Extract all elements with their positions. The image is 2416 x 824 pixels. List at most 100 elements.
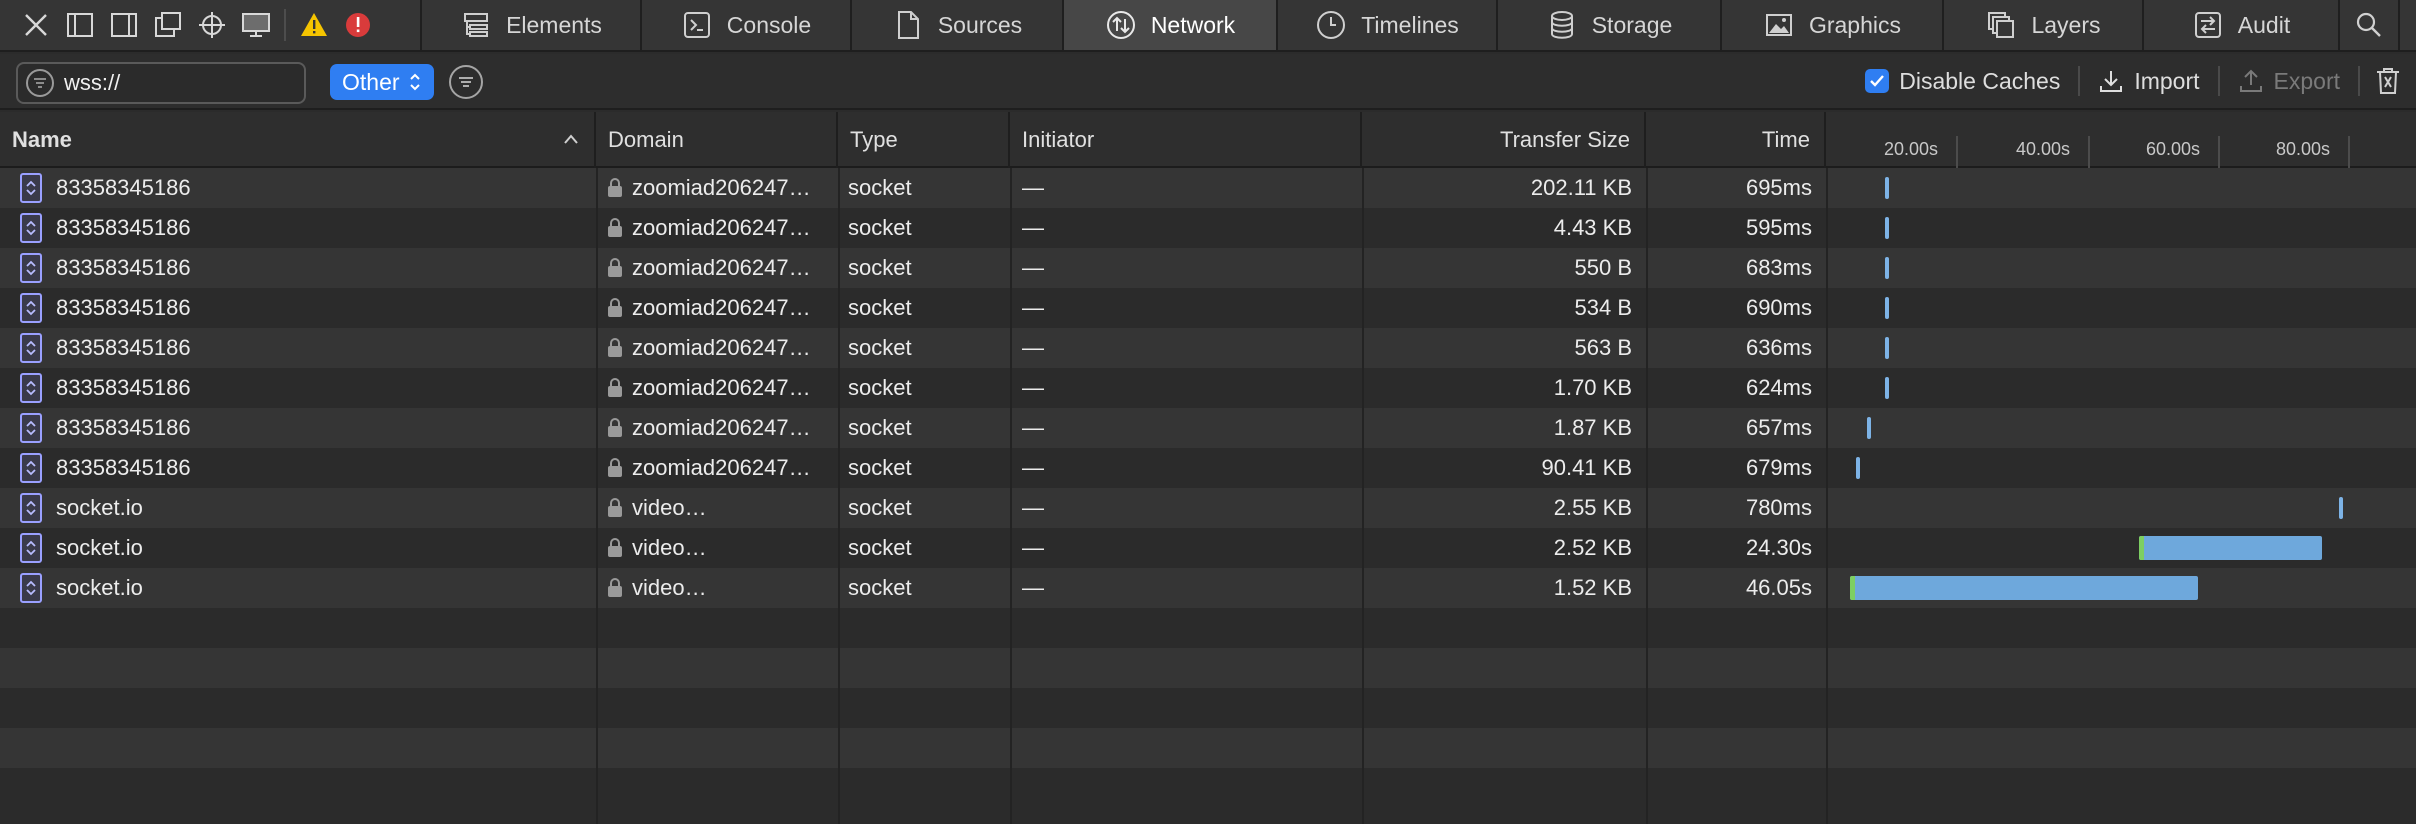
- type-cell: socket: [848, 255, 912, 280]
- error-icon[interactable]: [336, 3, 380, 47]
- table-row[interactable]: 83358345186 zoomiad206247… socket — 1.70 KB 6…: [0, 368, 2416, 408]
- column-header-waterfall[interactable]: 20.00s 40.00s 60.00s 80.00s: [1826, 112, 2416, 168]
- waterfall-bar[interactable]: [1885, 337, 1889, 359]
- column-header-transfer-size[interactable]: Transfer Size: [1362, 112, 1646, 168]
- tab-sources[interactable]: Sources: [850, 0, 1062, 50]
- inspect-element-icon[interactable]: [190, 3, 234, 47]
- empty-row: [0, 648, 2416, 688]
- time-cell: 624ms: [1745, 375, 1812, 400]
- filter-input[interactable]: [64, 70, 294, 96]
- tab-timelines[interactable]: Timelines: [1276, 0, 1496, 50]
- request-domain: zoomiad206247…: [632, 455, 811, 480]
- waterfall-bar[interactable]: [2139, 536, 2322, 560]
- search-tab-button[interactable]: [2338, 0, 2398, 50]
- waterfall-bar[interactable]: [1885, 377, 1889, 399]
- column-label: Type: [850, 127, 898, 152]
- table-row[interactable]: 83358345186 zoomiad206247… socket — 534 B 690…: [0, 288, 2416, 328]
- waterfall-bar[interactable]: [2339, 497, 2343, 519]
- disable-caches-checkbox[interactable]: [1865, 69, 1890, 93]
- tab-storage[interactable]: Storage: [1496, 0, 1720, 50]
- request-domain: zoomiad206247…: [632, 375, 811, 400]
- timeline-gridline: [2348, 136, 2350, 168]
- name-cell: socket.io: [20, 568, 590, 608]
- name-cell: socket.io: [20, 528, 590, 568]
- request-name: 83358345186: [56, 295, 191, 320]
- device-settings-icon[interactable]: [234, 3, 278, 47]
- table-row[interactable]: 83358345186 zoomiad206247… socket — 563 B 636…: [0, 328, 2416, 368]
- type-cell: socket: [848, 215, 912, 240]
- resource-type-select[interactable]: Other: [330, 64, 434, 100]
- undock-window-icon[interactable]: [146, 3, 190, 47]
- column-header-name[interactable]: Name: [0, 112, 596, 168]
- table-row[interactable]: 83358345186 zoomiad206247… socket — 90.41 KB…: [0, 448, 2416, 488]
- disable-caches-label: Disable Caches: [1899, 67, 2061, 94]
- timeline-tick: 60.00s: [2146, 139, 2201, 159]
- initiator-cell: —: [1022, 415, 1044, 440]
- column-divider: [1362, 168, 1364, 824]
- domain-cell: zoomiad206247…: [606, 328, 834, 368]
- filter-options-icon[interactable]: [449, 65, 483, 99]
- lock-icon: [608, 258, 622, 277]
- tab-graphics[interactable]: Graphics: [1720, 0, 1942, 50]
- websocket-file-icon: [20, 293, 42, 323]
- lock-icon: [608, 458, 622, 477]
- domain-cell: zoomiad206247…: [606, 248, 834, 288]
- request-name: 83358345186: [56, 415, 191, 440]
- lock-icon: [608, 178, 622, 197]
- export-button[interactable]: Export: [2220, 68, 2358, 95]
- table-row[interactable]: socket.io video… socket — 2.55 KB 780ms: [0, 488, 2416, 528]
- column-header-domain[interactable]: Domain: [596, 112, 838, 168]
- type-cell: socket: [848, 575, 912, 600]
- column-divider: [838, 168, 840, 824]
- import-button[interactable]: Import: [2080, 68, 2217, 95]
- name-cell: 83358345186: [20, 448, 590, 488]
- column-label: Time: [1761, 127, 1810, 152]
- dock-left-icon[interactable]: [58, 3, 102, 47]
- column-header-time[interactable]: Time: [1646, 112, 1826, 168]
- lock-icon: [608, 298, 622, 317]
- table-row[interactable]: 83358345186 zoomiad206247… socket — 202.11 K…: [0, 168, 2416, 208]
- waterfall-bar[interactable]: [1885, 297, 1889, 319]
- disable-caches-toggle[interactable]: Disable Caches: [1865, 68, 2078, 95]
- layers-icon: [1988, 12, 2015, 38]
- tab-label: Network: [1150, 11, 1236, 38]
- waterfall-bar[interactable]: [1850, 576, 2198, 600]
- transfer-size-cell: 550 B: [1574, 255, 1633, 280]
- waterfall-bar[interactable]: [1856, 457, 1860, 479]
- lock-icon: [608, 218, 622, 237]
- settings-button[interactable]: [2398, 0, 2416, 50]
- table-row[interactable]: socket.io video… socket — 2.52 KB 24.30s: [0, 528, 2416, 568]
- dock-right-icon[interactable]: [102, 3, 146, 47]
- close-icon[interactable]: [14, 3, 58, 47]
- waterfall-bar[interactable]: [1885, 177, 1889, 199]
- tab-elements[interactable]: Elements: [420, 0, 640, 50]
- time-cell: 683ms: [1745, 255, 1812, 280]
- lock-icon: [608, 498, 622, 517]
- filter-field[interactable]: [16, 62, 306, 104]
- network-table: Name Domain Type Initiator Transfer Size…: [0, 112, 2416, 824]
- table-row[interactable]: socket.io video… socket — 1.52 KB 46.05s: [0, 568, 2416, 608]
- transfer-size-cell: 1.70 KB: [1553, 375, 1632, 400]
- waterfall-bar[interactable]: [1867, 417, 1871, 439]
- column-header-initiator[interactable]: Initiator: [1010, 112, 1362, 168]
- transfer-size-cell: 534 B: [1574, 295, 1633, 320]
- table-row[interactable]: 83358345186 zoomiad206247… socket — 1.87 KB 6…: [0, 408, 2416, 448]
- tab-layers[interactable]: Layers: [1942, 0, 2142, 50]
- table-row[interactable]: 83358345186 zoomiad206247… socket — 550 B 683…: [0, 248, 2416, 288]
- waterfall-bar[interactable]: [1885, 257, 1889, 279]
- empty-row: [0, 608, 2416, 648]
- tab-audit[interactable]: Audit: [2142, 0, 2338, 50]
- time-cell: 780ms: [1745, 495, 1812, 520]
- tab-console[interactable]: Console: [640, 0, 850, 50]
- tab-network[interactable]: Network: [1062, 0, 1276, 50]
- name-cell: 83358345186: [20, 208, 590, 248]
- warning-icon[interactable]: [292, 3, 336, 47]
- websocket-file-icon: [20, 333, 42, 363]
- waterfall-bar[interactable]: [1885, 217, 1889, 239]
- initiator-cell: —: [1022, 175, 1044, 200]
- clear-log-button[interactable]: [2360, 66, 2416, 96]
- column-header-type[interactable]: Type: [838, 112, 1010, 168]
- request-name: 83358345186: [56, 375, 191, 400]
- table-row[interactable]: 83358345186 zoomiad206247… socket — 4.43 KB 5…: [0, 208, 2416, 248]
- request-domain: video…: [632, 575, 707, 600]
